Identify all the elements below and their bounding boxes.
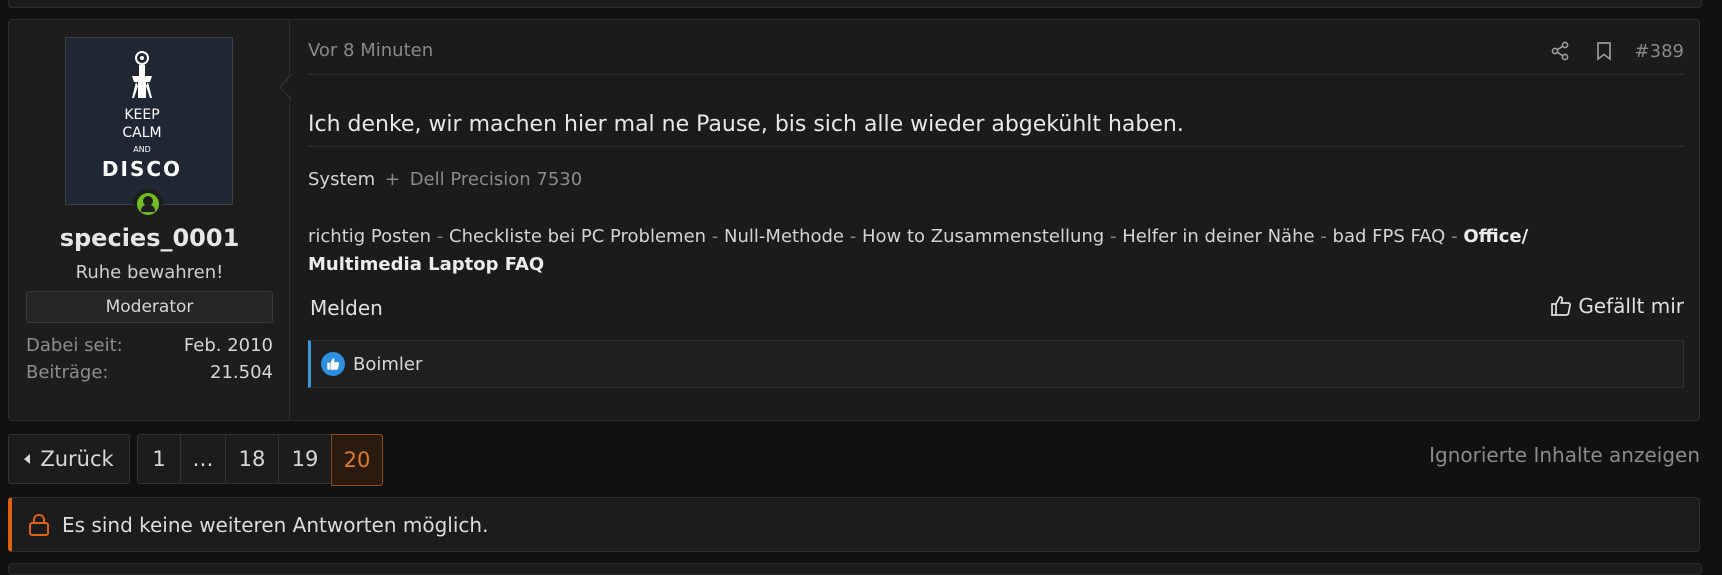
system-label: System [308, 169, 376, 190]
svg-text:DISCO: DISCO [102, 157, 182, 181]
sig-link[interactable]: richtig Posten [308, 226, 431, 247]
stat-joined: Dabei seit: Feb. 2010 [26, 335, 273, 356]
prev-label: Zurück [40, 447, 114, 471]
show-ignored-link[interactable]: Ignorierte Inhalte anzeigen [1429, 443, 1700, 467]
caret-left-icon [24, 454, 31, 464]
page-link[interactable]: 18 [226, 435, 279, 483]
system-value[interactable]: Dell Precision 7530 [410, 169, 583, 190]
thumbs-up-outline-icon [1551, 296, 1572, 316]
signature-links: richtig Posten - Checkliste bei PC Probl… [308, 226, 1529, 275]
keep-calm-avatar-image: KEEP CALM AND DISCO [66, 38, 232, 204]
sig-link[interactable]: Checkliste bei PC Problemen [449, 226, 706, 247]
post-content: Vor 8 Minuten #389 Ich denke, wir machen… [308, 20, 1684, 420]
share-icon[interactable] [1547, 38, 1573, 64]
post-header-actions: #389 [1529, 38, 1684, 64]
reactions-bar[interactable]: Boimler [308, 340, 1684, 388]
post-message: Ich denke, wir machen hier mal ne Pause,… [308, 112, 1184, 137]
stat-value[interactable]: 21.504 [210, 362, 273, 383]
svg-text:CALM: CALM [122, 125, 161, 141]
sig-link-bold[interactable]: Multimedia Laptop FAQ [308, 254, 544, 275]
username-link[interactable]: species_0001 [9, 224, 290, 252]
sig-link-bold[interactable]: Office/ [1463, 226, 1528, 247]
sig-link[interactable]: How to Zusammenstellung [862, 226, 1104, 247]
forum-post: KEEP CALM AND DISCO species_0001 Ruhe be… [8, 19, 1700, 421]
like-label: Gefällt mir [1578, 294, 1684, 318]
user-info-column: KEEP CALM AND DISCO species_0001 Ruhe be… [9, 20, 290, 420]
post-header: Vor 8 Minuten #389 [308, 20, 1684, 75]
online-user-icon [133, 189, 163, 219]
sig-link[interactable]: Null-Methode [724, 226, 844, 247]
lock-icon [29, 513, 49, 536]
user-title: Ruhe bewahren! [75, 262, 224, 283]
page-link[interactable]: 19 [279, 435, 332, 483]
signature-system: System + Dell Precision 7530 [308, 169, 582, 190]
reaction-user-names[interactable]: Boimler [353, 354, 422, 375]
post-timestamp[interactable]: Vor 8 Minuten [308, 40, 433, 61]
page-link[interactable]: 1 [138, 435, 181, 483]
notice-text: Es sind keine weiteren Antworten möglich… [62, 512, 489, 537]
svg-text:AND: AND [133, 145, 151, 154]
svg-text:KEEP: KEEP [124, 107, 159, 123]
page-link-current[interactable]: 20 [331, 434, 383, 486]
stat-posts: Beiträge: 21.504 [26, 362, 273, 383]
post-arrow [279, 73, 293, 101]
next-block-edge [8, 563, 1702, 575]
stat-label: Dabei seit: [26, 335, 123, 356]
report-button[interactable]: Melden [310, 296, 383, 320]
sig-link[interactable]: Helfer in deiner Nähe [1122, 226, 1314, 247]
stat-value: Feb. 2010 [183, 335, 273, 356]
role-badge: Moderator [26, 291, 273, 323]
system-plus[interactable]: + [385, 169, 400, 190]
pagination: 1 … 18 19 20 [137, 434, 383, 486]
user-avatar[interactable]: KEEP CALM AND DISCO [65, 37, 233, 205]
pagination-prev-button[interactable]: Zurück [8, 434, 130, 484]
signature-divider [308, 146, 1684, 147]
thumbs-up-icon [321, 352, 345, 376]
page-jump[interactable]: … [181, 435, 226, 483]
stat-label: Beiträge: [26, 362, 109, 383]
post-number-link[interactable]: #389 [1635, 41, 1684, 62]
bookmark-icon[interactable] [1591, 38, 1617, 64]
previous-post-edge [8, 0, 1702, 8]
sig-link[interactable]: bad FPS FAQ [1333, 226, 1446, 247]
like-button[interactable]: Gefällt mir [1550, 294, 1684, 318]
thread-locked-notice: Es sind keine weiteren Antworten möglich… [8, 497, 1700, 552]
